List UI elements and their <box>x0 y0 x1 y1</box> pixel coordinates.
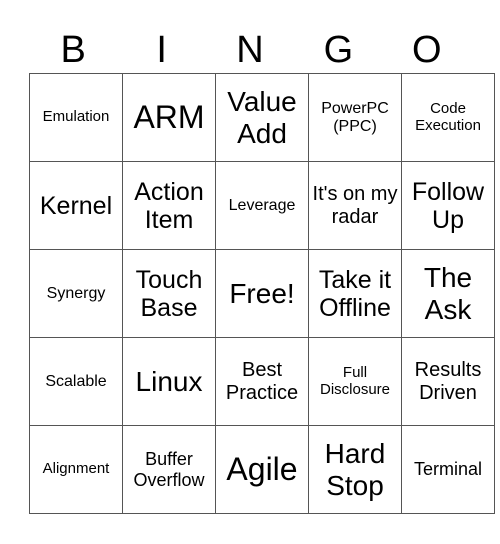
bingo-cell[interactable]: Touch Base <box>122 249 216 338</box>
board-row: Alignment Buffer Overflow Agile Hard Sto… <box>29 425 495 514</box>
bingo-cell[interactable]: Agile <box>215 425 309 514</box>
bingo-cell[interactable]: Full Disclosure <box>308 337 402 426</box>
bingo-cell[interactable]: Value Add <box>215 73 309 162</box>
board-row: Kernel Action Item Leverage It's on my r… <box>29 161 495 250</box>
bingo-cell[interactable]: Follow Up <box>401 161 495 250</box>
bingo-cell[interactable]: Results Driven <box>401 337 495 426</box>
header-letter-g: G <box>323 29 354 71</box>
bingo-header: B I N G O <box>29 28 471 73</box>
bingo-cell[interactable]: Buffer Overflow <box>122 425 216 514</box>
board-row: Scalable Linux Best Practice Full Disclo… <box>29 337 495 426</box>
bingo-cell[interactable]: Emulation <box>29 73 123 162</box>
board-row: Emulation ARM Value Add PowerPC (PPC) Co… <box>29 73 495 162</box>
bingo-cell[interactable]: Terminal <box>401 425 495 514</box>
bingo-board: Emulation ARM Value Add PowerPC (PPC) Co… <box>29 73 495 514</box>
bingo-cell[interactable]: Alignment <box>29 425 123 514</box>
bingo-cell[interactable]: Code Execution <box>401 73 495 162</box>
header-letter-o: O <box>412 29 442 71</box>
bingo-cell[interactable]: Take it Offline <box>308 249 402 338</box>
bingo-cell[interactable]: Action Item <box>122 161 216 250</box>
bingo-cell[interactable]: It's on my radar <box>308 161 402 250</box>
header-letter-n: N <box>236 29 264 71</box>
bingo-cell[interactable]: Hard Stop <box>308 425 402 514</box>
header-letter-i: I <box>156 29 167 71</box>
board-row: Synergy Touch Base Free! Take it Offline… <box>29 249 495 338</box>
free-space-cell[interactable]: Free! <box>215 249 309 338</box>
bingo-cell[interactable]: ARM <box>122 73 216 162</box>
bingo-cell[interactable]: Leverage <box>215 161 309 250</box>
bingo-cell[interactable]: PowerPC (PPC) <box>308 73 402 162</box>
bingo-cell[interactable]: Best Practice <box>215 337 309 426</box>
bingo-cell[interactable]: Scalable <box>29 337 123 426</box>
bingo-cell[interactable]: Linux <box>122 337 216 426</box>
bingo-cell[interactable]: Synergy <box>29 249 123 338</box>
bingo-cell[interactable]: The Ask <box>401 249 495 338</box>
bingo-cell[interactable]: Kernel <box>29 161 123 250</box>
header-letter-b: B <box>60 29 86 71</box>
